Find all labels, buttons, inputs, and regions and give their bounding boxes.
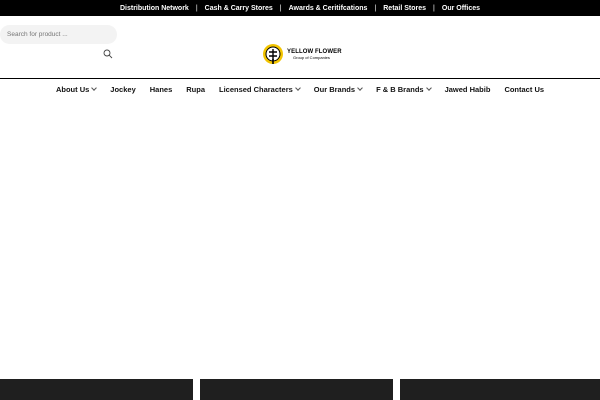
nav-item-label: Our Brands [313, 84, 356, 94]
nav-item-rupa[interactable]: Rupa [179, 85, 212, 94]
nav-item-contact-us[interactable]: Contact Us [497, 85, 551, 94]
content-tile[interactable] [200, 379, 393, 400]
chevron-down-icon [294, 85, 301, 91]
main-nav: About Us Jockey Hanes Rupa Licensed Char… [0, 79, 600, 99]
nav-item-label: Contact Us [504, 84, 545, 94]
topbar-link-distribution-network[interactable]: Distribution Network [113, 5, 196, 12]
top-bar: Distribution Network | Cash & Carry Stor… [0, 0, 600, 16]
search-input[interactable] [0, 25, 117, 44]
flower-logo-icon [263, 44, 283, 64]
topbar-link-awards-certifications[interactable]: Awards & Ceritifcations [282, 5, 375, 12]
chevron-down-icon [425, 85, 432, 91]
nav-item-fb-brands[interactable]: F & B Brands [369, 85, 438, 94]
content-tile[interactable] [0, 379, 193, 400]
nav-item-about-us[interactable]: About Us [49, 85, 103, 94]
chevron-down-icon [91, 85, 98, 91]
topbar-link-cash-carry-stores[interactable]: Cash & Carry Stores [198, 5, 280, 12]
nav-item-label: Licensed Characters [219, 84, 293, 94]
nav-item-jawed-habib[interactable]: Jawed Habib [438, 85, 498, 94]
brand-logo[interactable]: YELLOW FLOWER Group of Companies [262, 42, 342, 66]
search-icon[interactable] [103, 46, 113, 59]
nav-item-label: F & B Brands [376, 84, 424, 94]
site-header: YELLOW FLOWER Group of Companies [0, 16, 600, 78]
nav-item-label: Hanes [149, 84, 173, 94]
nav-item-hanes[interactable]: Hanes [143, 85, 180, 94]
logo-subtitle: Group of Companies [293, 54, 330, 60]
content-tiles [0, 379, 600, 400]
nav-item-label: About Us [55, 84, 90, 94]
nav-item-our-brands[interactable]: Our Brands [307, 85, 369, 94]
nav-item-label: Jockey [110, 84, 136, 94]
content-tile[interactable] [400, 379, 600, 400]
nav-item-label: Jawed Habib [444, 84, 491, 94]
logo-title: YELLOW FLOWER [287, 48, 342, 55]
nav-item-label: Rupa [186, 84, 205, 94]
nav-item-licensed-characters[interactable]: Licensed Characters [212, 85, 307, 94]
nav-item-jockey[interactable]: Jockey [103, 85, 142, 94]
topbar-link-our-offices[interactable]: Our Offices [435, 5, 487, 12]
topbar-link-retail-stores[interactable]: Retail Stores [376, 5, 433, 12]
chevron-down-icon [357, 85, 363, 91]
